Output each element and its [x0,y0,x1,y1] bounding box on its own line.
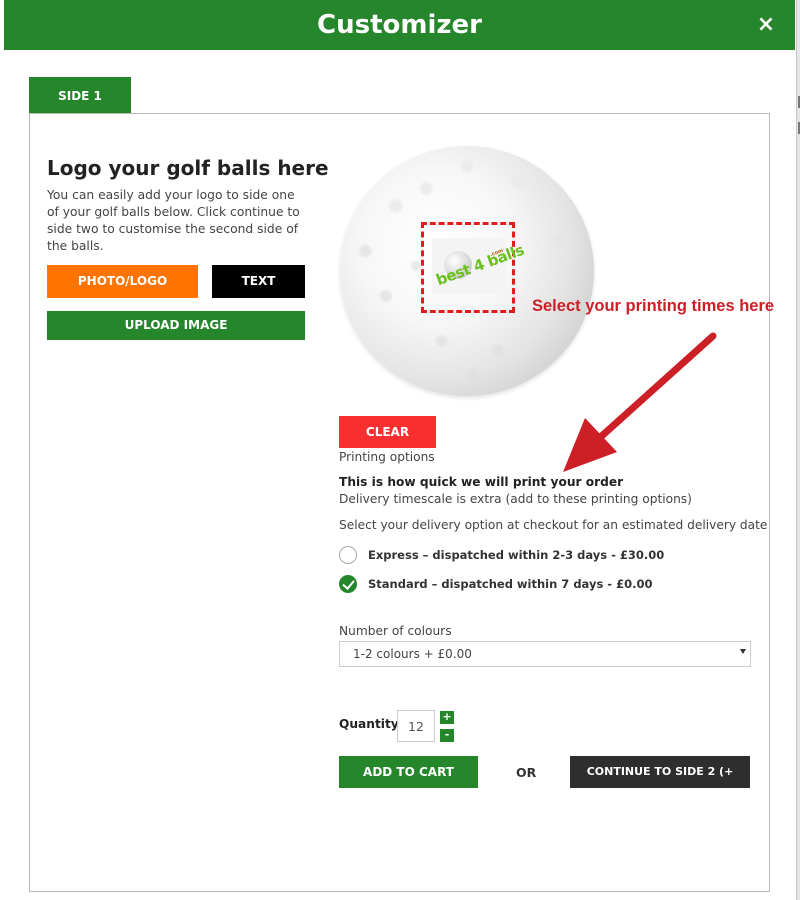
checkout-note: Select your delivery option at checkout … [339,518,768,532]
standard-option[interactable]: Standard – dispatched within 7 days - £0… [339,575,652,595]
printing-options-label: Printing options [339,450,435,464]
uploaded-logo[interactable]: best 4 balls .com [432,238,526,294]
clear-button[interactable]: CLEAR [339,416,436,448]
annotation-text: Select your printing times here [532,297,775,315]
text-button[interactable]: TEXT [212,265,305,298]
express-label: Express – dispatched within 2-3 days - £… [368,548,665,562]
express-option[interactable]: Express – dispatched within 2-3 days - £… [339,546,664,566]
photo-logo-button[interactable]: PHOTO/LOGO [47,265,198,298]
printing-heading: This is how quick we will print your ord… [339,475,624,489]
standard-radio-checked-icon[interactable] [339,575,357,593]
intro-heading: Logo your golf balls here [47,156,329,180]
chevron-down-icon [740,649,746,654]
page-title: Customizer [317,10,482,40]
window-edge [796,0,800,900]
or-separator: OR [516,765,537,780]
quantity-increment-button[interactable]: + [440,711,454,724]
intro-description: You can easily add your logo to side one… [47,188,300,253]
colours-label: Number of colours [339,624,452,638]
standard-label: Standard – dispatched within 7 days - £0… [368,577,653,591]
continue-side-2-button[interactable]: CONTINUE TO SIDE 2 (+£2.00) [570,756,750,810]
colours-select[interactable]: 1-2 colours + £0.00 [339,641,751,667]
quantity-decrement-button[interactable]: - [440,729,454,742]
print-area[interactable]: best 4 balls .com [421,222,526,313]
quantity-label: Quantity [339,717,399,731]
quantity-input[interactable]: 12 [397,710,435,742]
annotation-arrow-icon [563,332,717,472]
colours-selected-value: 1-2 colours + £0.00 [353,647,472,661]
customizer-header: Customizer × [4,0,795,50]
express-radio[interactable] [339,546,357,564]
tab-side-1[interactable]: SIDE 1 [29,77,131,113]
timescale-note: Delivery timescale is extra (add to thes… [339,492,692,506]
add-to-cart-button[interactable]: ADD TO CART [339,756,478,788]
close-icon[interactable]: × [755,12,777,38]
upload-image-button[interactable]: UPLOAD IMAGE [47,311,305,340]
